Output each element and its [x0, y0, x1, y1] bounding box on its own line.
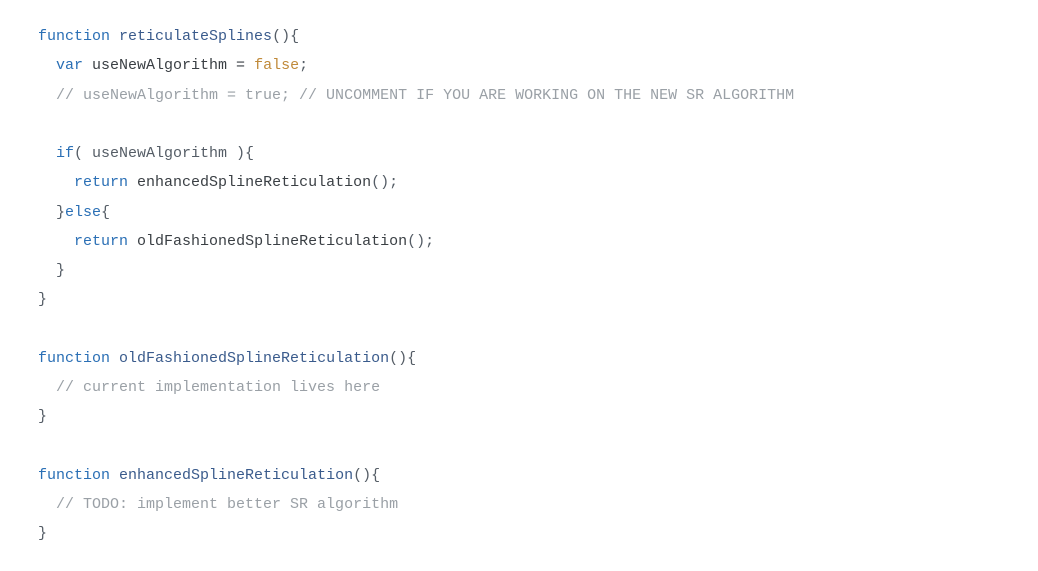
- code-line: // useNewAlgorithm = true; // UNCOMMENT …: [38, 87, 794, 104]
- code-token: [38, 174, 74, 191]
- code-token: false: [254, 57, 299, 74]
- code-token: {: [101, 204, 110, 221]
- code-token: oldFashionedSplineReticulation: [119, 350, 389, 367]
- code-token: [110, 28, 119, 45]
- code-token: ();: [371, 174, 398, 191]
- code-token: [38, 57, 56, 74]
- code-line: return oldFashionedSplineReticulation();: [38, 233, 434, 250]
- code-token: var: [56, 57, 83, 74]
- code-token: function: [38, 28, 110, 45]
- code-line: }: [38, 291, 47, 308]
- code-token: // useNewAlgorithm = true; // UNCOMMENT …: [56, 87, 794, 104]
- code-token: function: [38, 350, 110, 367]
- code-token: }: [38, 291, 47, 308]
- code-token: ( useNewAlgorithm ){: [74, 145, 254, 162]
- code-token: [110, 467, 119, 484]
- code-line: // TODO: implement better SR algorithm: [38, 496, 398, 513]
- code-token: [38, 379, 56, 396]
- code-token: }: [38, 262, 65, 279]
- code-line: // current implementation lives here: [38, 379, 380, 396]
- code-token: return: [74, 233, 128, 250]
- code-token: [38, 87, 56, 104]
- code-line: function reticulateSplines(){: [38, 28, 299, 45]
- code-token: else: [65, 204, 101, 221]
- code-token: }: [38, 525, 47, 542]
- code-token: return: [74, 174, 128, 191]
- code-token: oldFashionedSplineReticulation: [137, 233, 407, 250]
- code-token: // TODO: implement better SR algorithm: [56, 496, 398, 513]
- code-block: function reticulateSplines(){ var useNew…: [38, 22, 1000, 549]
- code-token: reticulateSplines: [119, 28, 272, 45]
- code-token: [128, 233, 137, 250]
- code-token: useNewAlgorithm =: [83, 57, 254, 74]
- code-line: return enhancedSplineReticulation();: [38, 174, 398, 191]
- code-token: }: [38, 204, 65, 221]
- code-token: }: [38, 408, 47, 425]
- code-token: (){: [353, 467, 380, 484]
- code-token: if: [56, 145, 74, 162]
- code-line: function oldFashionedSplineReticulation(…: [38, 350, 416, 367]
- code-token: function: [38, 467, 110, 484]
- code-token: (){: [389, 350, 416, 367]
- code-line: }: [38, 525, 47, 542]
- code-token: [38, 233, 74, 250]
- code-line: }: [38, 408, 47, 425]
- code-token: [110, 350, 119, 367]
- code-line: }else{: [38, 204, 110, 221]
- code-token: // current implementation lives here: [56, 379, 380, 396]
- code-token: [38, 145, 56, 162]
- code-line: var useNewAlgorithm = false;: [38, 57, 308, 74]
- code-token: enhancedSplineReticulation: [119, 467, 353, 484]
- code-line: }: [38, 262, 65, 279]
- code-token: [38, 496, 56, 513]
- code-token: ();: [407, 233, 434, 250]
- code-token: (){: [272, 28, 299, 45]
- code-line: if( useNewAlgorithm ){: [38, 145, 254, 162]
- code-token: enhancedSplineReticulation: [137, 174, 371, 191]
- code-token: [128, 174, 137, 191]
- code-line: function enhancedSplineReticulation(){: [38, 467, 380, 484]
- code-token: ;: [299, 57, 308, 74]
